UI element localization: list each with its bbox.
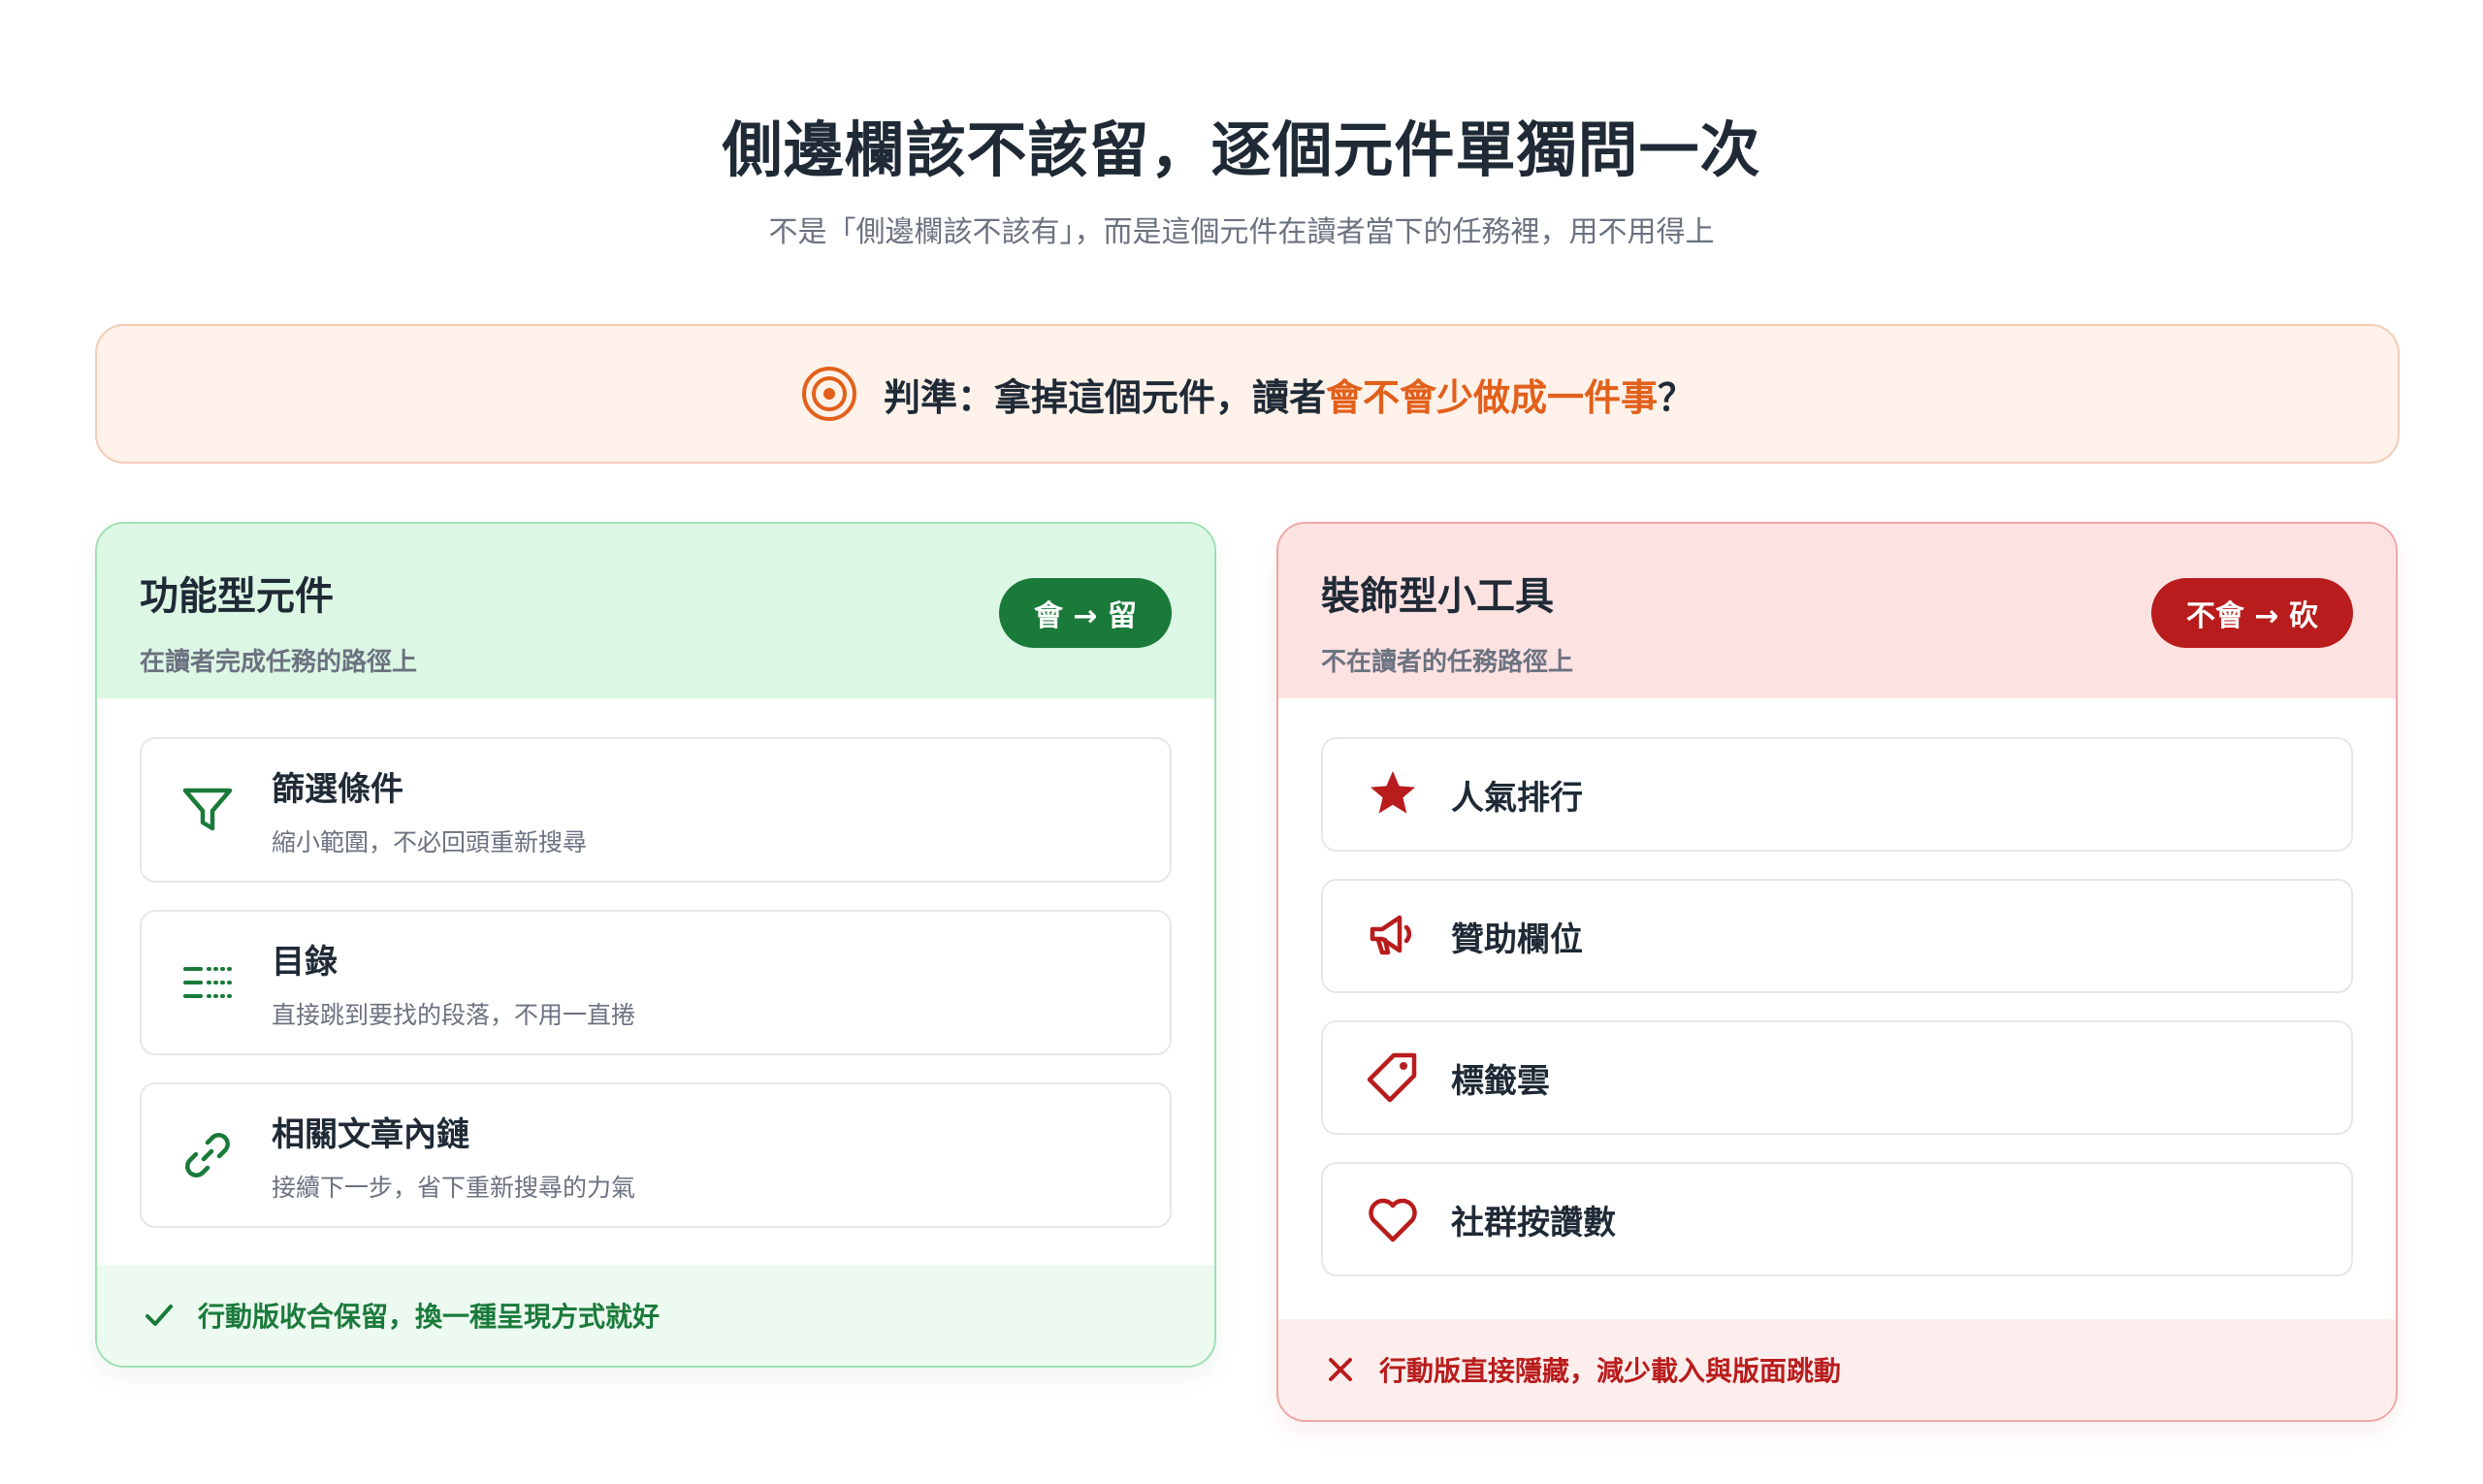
list-item-tag-cloud: 標籤雲 bbox=[1321, 1020, 2353, 1135]
footer-text: 行動版收合保留，換一種呈現方式就好 bbox=[198, 1301, 661, 1333]
list-item-filter: 篩選條件 縮小範圍，不必回頭重新搜尋 bbox=[140, 737, 1172, 883]
megaphone-icon bbox=[1362, 905, 1424, 967]
functional-widgets-panel: 功能型元件 在讀者完成任務的路徑上 會 → 留 篩選條件 縮小範圍，不必回頭重新… bbox=[95, 522, 1216, 1368]
item-name: 社群按讚數 bbox=[1451, 1203, 1616, 1242]
criterion-highlight: 會不會少做成一件事 bbox=[1325, 375, 1658, 419]
panel-description: 在讀者完成任務的路徑上 bbox=[140, 648, 418, 677]
criterion-suffix: ？ bbox=[1658, 375, 1695, 419]
star-icon bbox=[1362, 763, 1424, 825]
list-item-sponsor-slot: 贊助欄位 bbox=[1321, 879, 2353, 993]
x-icon bbox=[1329, 1358, 1352, 1381]
criterion-text: 判準：拿掉這個元件，讀者會不會少做成一件事？ bbox=[884, 368, 1694, 421]
item-description: 直接跳到要找的段落，不用一直捲 bbox=[272, 1000, 636, 1029]
item-name: 篩選條件 bbox=[272, 769, 403, 809]
heart-icon bbox=[1362, 1188, 1424, 1250]
panel-header: 裝飾型小工具 不在讀者的任務路徑上 不會 → 砍 bbox=[1278, 524, 2396, 698]
footer-text: 行動版直接隱藏，減少載入與版面跳動 bbox=[1379, 1355, 1842, 1387]
item-list: 篩選條件 縮小範圍，不必回頭重新搜尋 目錄 直接跳到要找的段落，不用一直捲 相關… bbox=[97, 698, 1214, 1228]
check-icon bbox=[145, 1305, 173, 1326]
item-description: 接續下一步，省下重新搜尋的力氣 bbox=[272, 1173, 636, 1202]
tag-icon bbox=[1362, 1047, 1424, 1109]
criterion-prefix: 判準：拿掉這個元件，讀者 bbox=[883, 375, 1326, 419]
item-name: 相關文章內鏈 bbox=[272, 1114, 469, 1154]
verdict-badge: 會 → 留 bbox=[998, 578, 1172, 648]
item-list: 人氣排行 贊助欄位 標籤雲 社群按讚數 bbox=[1278, 698, 2396, 1276]
page-subtitle: 不是「側邊欄該不該有」，而是這個元件在讀者當下的任務裡，用不用得上 bbox=[768, 215, 1715, 249]
link-icon bbox=[177, 1124, 239, 1186]
toc-list-icon bbox=[177, 952, 239, 1014]
criterion-banner: 判準：拿掉這個元件，讀者會不會少做成一件事？ bbox=[95, 324, 2400, 464]
item-name: 人氣排行 bbox=[1451, 778, 1583, 818]
panel-footer: 行動版直接隱藏，減少載入與版面跳動 bbox=[1278, 1319, 2396, 1420]
list-item-related-links: 相關文章內鏈 接續下一步，省下重新搜尋的力氣 bbox=[140, 1082, 1172, 1228]
verdict-badge: 不會 → 砍 bbox=[2150, 578, 2353, 648]
list-item-popular-ranking: 人氣排行 bbox=[1321, 737, 2353, 852]
page-title: 側邊欄該不該留，逐個元件單獨問一次 bbox=[722, 114, 1761, 185]
panel-header: 功能型元件 在讀者完成任務的路徑上 會 → 留 bbox=[97, 524, 1214, 698]
item-description: 縮小範圍，不必回頭重新搜尋 bbox=[272, 827, 588, 856]
panel-footer: 行動版收合保留，換一種呈現方式就好 bbox=[97, 1265, 1214, 1366]
item-name: 贊助欄位 bbox=[1451, 919, 1583, 959]
decorative-widgets-panel: 裝飾型小工具 不在讀者的任務路徑上 不會 → 砍 人氣排行 贊助欄位 標籤雲 社… bbox=[1276, 522, 2398, 1422]
filter-icon bbox=[177, 779, 239, 841]
item-name: 標籤雲 bbox=[1451, 1061, 1550, 1101]
list-item-toc: 目錄 直接跳到要找的段落，不用一直捲 bbox=[140, 910, 1172, 1055]
item-name: 目錄 bbox=[272, 942, 338, 982]
target-icon bbox=[801, 367, 856, 421]
list-item-social-likes: 社群按讚數 bbox=[1321, 1162, 2353, 1276]
